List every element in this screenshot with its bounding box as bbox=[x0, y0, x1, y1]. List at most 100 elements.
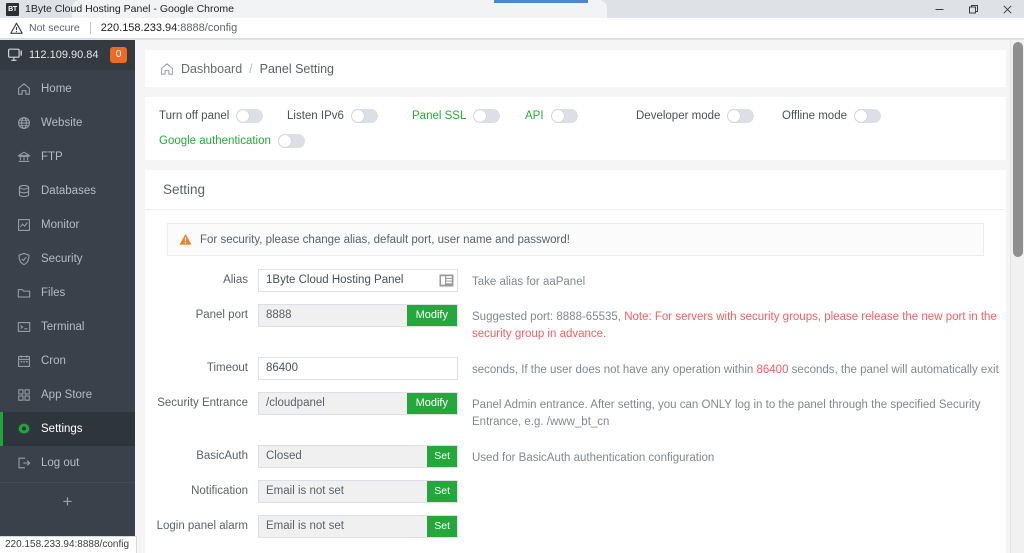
toggle-listen-ipv6[interactable]: Listen IPv6 bbox=[287, 109, 412, 123]
breadcrumb-card: Dashboard / Panel Setting bbox=[145, 50, 1006, 87]
toggle-label: API bbox=[525, 110, 544, 122]
toggle-label: Panel SSL bbox=[412, 110, 466, 122]
form-row-alias: Alias 1Byte Cloud Hosting Panel bbox=[145, 269, 1006, 292]
timeout-input[interactable]: 86400 bbox=[258, 357, 458, 380]
field-label: BasicAuth bbox=[145, 445, 248, 462]
maximize-button[interactable] bbox=[956, 0, 990, 18]
server-monitor-icon bbox=[8, 48, 23, 62]
toggle-switch[interactable] bbox=[727, 109, 754, 123]
field-control: Closed Set bbox=[258, 445, 458, 468]
minimize-button[interactable] bbox=[922, 0, 956, 18]
sidebar-item-label: Databases bbox=[41, 185, 96, 197]
minimize-icon bbox=[934, 4, 945, 15]
sidebar-item-settings[interactable]: Settings bbox=[0, 412, 135, 446]
sidebar-item-app-store[interactable]: App Store bbox=[0, 378, 135, 412]
home-icon bbox=[17, 82, 31, 96]
id-card-icon[interactable] bbox=[439, 273, 454, 288]
sidebar-item-ftp[interactable]: FTP bbox=[0, 140, 135, 174]
login-panel-alarm-set-button[interactable]: Set bbox=[427, 516, 457, 537]
field-label: Panel port bbox=[145, 304, 248, 321]
sidebar-item-cron[interactable]: Cron bbox=[0, 344, 135, 378]
toggle-switch[interactable] bbox=[854, 109, 881, 123]
favicon-bt-icon: BT bbox=[6, 3, 19, 16]
sidebar-item-log-out[interactable]: Log out bbox=[0, 446, 135, 480]
sidebar-item-terminal[interactable]: Terminal bbox=[0, 310, 135, 344]
field-label: Notification bbox=[145, 480, 248, 497]
page-scrollbar-thumb[interactable] bbox=[1013, 42, 1023, 257]
hint-plain: seconds, If the user does not have any o… bbox=[472, 364, 757, 376]
calendar-icon bbox=[17, 354, 31, 368]
security-entrance-modify-button[interactable]: Modify bbox=[407, 393, 457, 414]
field-label: Alias bbox=[145, 269, 248, 286]
feature-toggles-card: Turn off panel Listen IPv6 Panel SSL API bbox=[145, 97, 1006, 160]
toggle-offline-mode[interactable]: Offline mode bbox=[782, 109, 912, 123]
sidebar-header[interactable]: 112.109.90.84 0 bbox=[0, 40, 135, 70]
toggle-label: Google authentication bbox=[159, 135, 271, 147]
toggle-switch[interactable] bbox=[551, 109, 578, 123]
security-alert: For security, please change alias, defau… bbox=[167, 223, 984, 256]
breadcrumb-separator: / bbox=[249, 62, 252, 76]
sidebar-item-label: App Store bbox=[41, 389, 92, 401]
not-secure-warning-icon bbox=[10, 22, 23, 35]
toggle-developer-mode[interactable]: Developer mode bbox=[636, 109, 782, 123]
field-control: 1Byte Cloud Hosting Panel bbox=[258, 269, 458, 292]
toggle-switch[interactable] bbox=[236, 109, 263, 123]
restore-icon bbox=[968, 4, 979, 15]
toggle-google-authentication[interactable]: Google authentication bbox=[159, 134, 305, 148]
toggle-switch[interactable] bbox=[473, 109, 500, 123]
page-scrollbar[interactable] bbox=[1010, 40, 1024, 553]
toggle-api[interactable]: API bbox=[525, 109, 636, 123]
field-hint: Suggested port: 8888-65535, Note: For se… bbox=[472, 304, 1002, 343]
notification-set-button[interactable]: Set bbox=[427, 481, 457, 502]
sidebar-item-label: Files bbox=[41, 287, 65, 299]
hint-plain: Suggested port: 8888-65535, bbox=[472, 311, 624, 323]
sidebar-add-button[interactable]: + bbox=[0, 483, 135, 521]
close-button[interactable] bbox=[990, 0, 1024, 18]
field-label: Security Entrance bbox=[145, 392, 248, 409]
grid-icon bbox=[17, 388, 31, 402]
form-row-basicauth: BasicAuth Closed Set Used for BasicAuth … bbox=[145, 445, 1006, 468]
shield-icon bbox=[17, 252, 31, 266]
sidebar-item-label: Home bbox=[41, 83, 72, 95]
panel-port-modify-button[interactable]: Modify bbox=[407, 305, 457, 326]
alias-input[interactable]: 1Byte Cloud Hosting Panel bbox=[258, 269, 458, 292]
sidebar-item-label: Terminal bbox=[41, 321, 84, 333]
breadcrumb-root[interactable]: Dashboard bbox=[181, 62, 242, 76]
database-icon bbox=[17, 184, 31, 198]
sidebar-item-label: Security bbox=[41, 253, 83, 265]
setting-card: Setting For security, please change alia… bbox=[145, 170, 1006, 553]
server-ip-label: 112.109.90.84 bbox=[29, 49, 99, 61]
field-hint: seconds, If the user does not have any o… bbox=[472, 357, 999, 379]
toggle-label: Offline mode bbox=[782, 110, 847, 122]
basicauth-set-button[interactable]: Set bbox=[427, 446, 457, 467]
sidebar-item-databases[interactable]: Databases bbox=[0, 174, 135, 208]
sidebar-item-label: Log out bbox=[41, 457, 79, 469]
form-row-timeout: Timeout 86400 seconds, If the user does … bbox=[145, 357, 1006, 380]
breadcrumb-current: Panel Setting bbox=[260, 62, 334, 76]
sidebar-item-website[interactable]: Website bbox=[0, 106, 135, 140]
notification-badge[interactable]: 0 bbox=[110, 47, 127, 63]
field-control: /cloudpanel Modify bbox=[258, 392, 458, 415]
toggle-switch[interactable] bbox=[351, 109, 378, 123]
page-viewport: 112.109.90.84 0 Home Website bbox=[0, 40, 1024, 553]
field-label: Timeout bbox=[145, 357, 248, 374]
address-bar-url[interactable]: 220.158.233.94:8888/config bbox=[101, 22, 237, 34]
toggle-switch[interactable] bbox=[278, 134, 305, 148]
sidebar-item-home[interactable]: Home bbox=[0, 72, 135, 106]
chrome-window: BT 1Byte Cloud Hosting Panel - Google Ch… bbox=[0, 0, 1024, 553]
setting-form: Alias 1Byte Cloud Hosting Panel bbox=[145, 256, 1006, 538]
hint-value: 86400 bbox=[757, 364, 789, 376]
toggle-turn-off-panel[interactable]: Turn off panel bbox=[159, 109, 287, 123]
address-bar[interactable]: Not secure 220.158.233.94:8888/config bbox=[0, 18, 1024, 39]
sidebar-item-security[interactable]: Security bbox=[0, 242, 135, 276]
sidebar-item-label: Settings bbox=[41, 423, 83, 435]
sidebar-nav: Home Website FTP bbox=[0, 70, 135, 480]
sidebar-item-files[interactable]: Files bbox=[0, 276, 135, 310]
toggle-label: Turn off panel bbox=[159, 110, 229, 122]
field-label: Login panel alarm bbox=[145, 515, 248, 532]
link-status-bar: 220.158.233.94:8888/config bbox=[0, 536, 137, 553]
toggle-panel-ssl[interactable]: Panel SSL bbox=[412, 109, 525, 123]
folder-icon bbox=[17, 286, 31, 300]
sidebar-item-monitor[interactable]: Monitor bbox=[0, 208, 135, 242]
globe-icon bbox=[17, 116, 31, 130]
